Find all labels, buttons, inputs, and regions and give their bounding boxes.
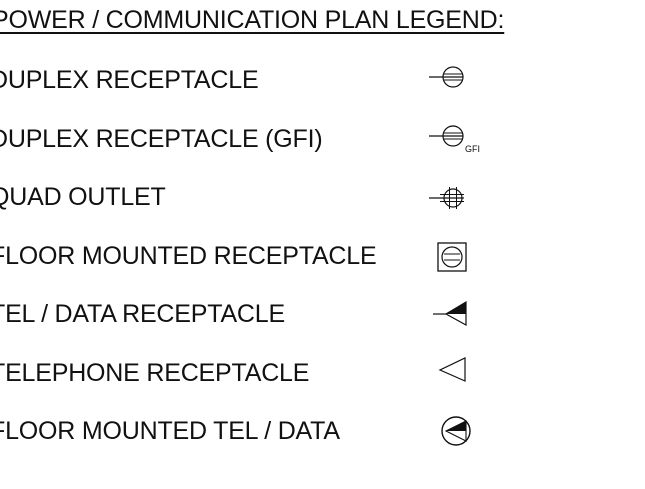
- duplex-receptacle-icon: [420, 60, 510, 100]
- power-communication-legend: POWER / COMMUNICATION PLAN LEGEND: DUPLE…: [0, 0, 645, 489]
- legend-label: FLOOR MOUNTED RECEPTACLE: [0, 242, 377, 270]
- legend-row-gfi-receptacle: DUPLEX RECEPTACLE (GFI) GFI: [0, 119, 645, 159]
- legend-row-telephone: TELEPHONE RECEPTACLE: [0, 353, 645, 393]
- legend-row-floor-receptacle: FLOOR MOUNTED RECEPTACLE: [0, 236, 645, 276]
- telephone-icon: [420, 353, 510, 393]
- legend-label: DUPLEX RECEPTACLE: [0, 66, 259, 94]
- gfi-receptacle-icon: GFI: [420, 119, 510, 159]
- legend-row-duplex-receptacle: DUPLEX RECEPTACLE: [0, 60, 645, 100]
- legend-label: QUAD OUTLET: [0, 183, 166, 211]
- legend-row-quad-outlet: QUAD OUTLET: [0, 177, 645, 217]
- legend-label: TEL / DATA RECEPTACLE: [0, 300, 285, 328]
- legend-row-floor-tel-data: FLOOR MOUNTED TEL / DATA: [0, 411, 645, 451]
- gfi-tag: GFI: [465, 144, 480, 154]
- quad-outlet-icon: [420, 177, 510, 217]
- tel-data-icon: [420, 294, 510, 334]
- legend-label: FLOOR MOUNTED TEL / DATA: [0, 417, 340, 445]
- floor-receptacle-icon: [420, 236, 510, 276]
- legend-label: TELEPHONE RECEPTACLE: [0, 359, 310, 387]
- legend-row-tel-data: TEL / DATA RECEPTACLE: [0, 294, 645, 334]
- legend-label: DUPLEX RECEPTACLE (GFI): [0, 125, 323, 153]
- floor-tel-data-icon: [420, 411, 510, 451]
- legend-title: POWER / COMMUNICATION PLAN LEGEND:: [0, 6, 505, 34]
